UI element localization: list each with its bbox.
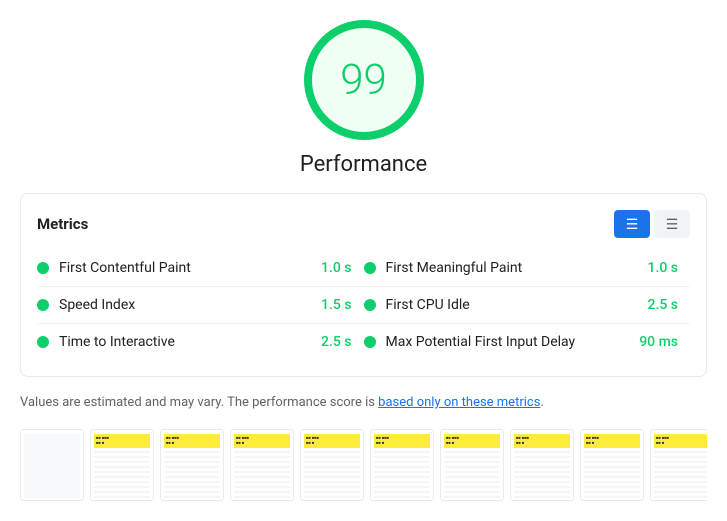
score-circle: 99: [304, 20, 424, 140]
filmstrip-frame-3: ■■ ■■■■■ ■: [230, 429, 294, 501]
metric-dot-fci: [364, 299, 376, 311]
filmstrip: ■■ ■■■■■ ■ ■■ ■■■■■ ■ ■■ ■■■■■ ■ ■■ ■■■■…: [20, 429, 707, 501]
filmstrip-frame-2: ■■ ■■■■■ ■: [160, 429, 224, 501]
metrics-section: Metrics ☰ ☰ First Contentful Paint 1.0 s…: [20, 193, 707, 377]
metric-row-mpfid: Max Potential First Input Delay 90 ms: [364, 324, 691, 360]
metric-name-tti: Time to Interactive: [59, 334, 313, 350]
score-value: 99: [340, 56, 387, 105]
metric-row-si: Speed Index 1.5 s: [37, 287, 364, 324]
filmstrip-frame-4: ■■ ■■■■■ ■: [300, 429, 364, 501]
note-text: Values are estimated and may vary. The p…: [20, 393, 707, 413]
grid-icon: ☰: [666, 216, 679, 233]
note-after: .: [540, 395, 543, 410]
metrics-header: Metrics ☰ ☰: [37, 210, 690, 238]
metric-row-tti: Time to Interactive 2.5 s: [37, 324, 364, 360]
metric-value-si: 1.5 s: [321, 297, 352, 313]
toggle-list-button[interactable]: ☰: [614, 210, 650, 238]
metric-dot-tti: [37, 336, 49, 348]
score-section: 99 Performance: [20, 20, 707, 177]
metric-name-mpfid: Max Potential First Input Delay: [386, 334, 632, 350]
metric-row-fcp: First Contentful Paint 1.0 s: [37, 250, 364, 287]
filmstrip-frame-5: ■■ ■■■■■ ■: [370, 429, 434, 501]
metric-value-tti: 2.5 s: [321, 334, 352, 350]
metric-row-fmp: First Meaningful Paint 1.0 s: [364, 250, 691, 287]
metric-name-fcp: First Contentful Paint: [59, 260, 313, 276]
filmstrip-frame-1: ■■ ■■■■■ ■: [90, 429, 154, 501]
metric-name-si: Speed Index: [59, 297, 313, 313]
metric-name-fmp: First Meaningful Paint: [386, 260, 640, 276]
view-toggle: ☰ ☰: [614, 210, 690, 238]
metric-value-fcp: 1.0 s: [321, 260, 352, 276]
metric-dot-si: [37, 299, 49, 311]
metrics-grid: First Contentful Paint 1.0 s First Meani…: [37, 250, 690, 360]
filmstrip-frame-0: [20, 429, 84, 501]
score-label: Performance: [300, 152, 427, 177]
note-before: Values are estimated and may vary. The p…: [20, 395, 378, 410]
metric-name-fci: First CPU Idle: [386, 297, 640, 313]
metric-value-fci: 2.5 s: [648, 297, 679, 313]
toggle-grid-button[interactable]: ☰: [654, 210, 690, 238]
filmstrip-frame-8: ■■ ■■■■■ ■: [580, 429, 644, 501]
metrics-title: Metrics: [37, 215, 88, 233]
filmstrip-frame-6: ■■ ■■■■■ ■: [440, 429, 504, 501]
filmstrip-frame-9: ■■ ■■■■■ ■: [650, 429, 707, 501]
metric-dot-mpfid: [364, 336, 376, 348]
metric-row-fci: First CPU Idle 2.5 s: [364, 287, 691, 324]
list-icon: ☰: [626, 216, 639, 233]
metric-dot-fmp: [364, 262, 376, 274]
metric-dot-fcp: [37, 262, 49, 274]
filmstrip-frame-7: ■■ ■■■■■ ■: [510, 429, 574, 501]
note-link[interactable]: based only on these metrics: [378, 395, 540, 410]
metric-value-fmp: 1.0 s: [648, 260, 679, 276]
metric-value-mpfid: 90 ms: [639, 334, 678, 350]
